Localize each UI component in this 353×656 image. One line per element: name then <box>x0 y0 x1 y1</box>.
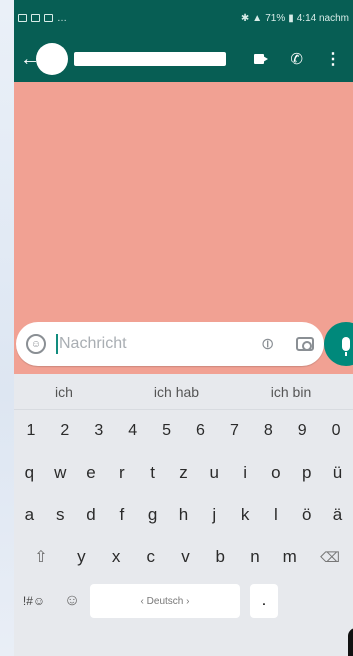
bluetooth-icon: ✱ <box>240 12 250 24</box>
yxcv-row: ⇧ y x c v b n m ⌫ <box>14 536 353 578</box>
asdf-row: a s d f g h j k l ö ä <box>14 494 353 536</box>
arrow-left-icon[interactable]: ← <box>20 49 40 69</box>
key-6[interactable]: 6 <box>184 422 218 440</box>
key-q[interactable]: q <box>14 463 45 483</box>
period-key[interactable]: . <box>250 584 278 618</box>
key-r[interactable]: r <box>106 463 137 483</box>
key-y[interactable]: y <box>64 547 99 567</box>
key-h[interactable]: h <box>168 505 199 525</box>
key-n[interactable]: n <box>238 547 273 567</box>
symbols-key[interactable]: !#☺ <box>14 594 54 608</box>
message-placeholder: Nachricht <box>59 335 127 352</box>
space-bar[interactable]: ‹ Deutsch › <box>90 584 240 618</box>
key-j[interactable]: j <box>199 505 230 525</box>
key-x[interactable]: x <box>99 547 134 567</box>
mic-icon <box>342 337 350 356</box>
phone-screen: … ✱ ▲ 71% ▮ 4:14 nachm ← ✆ ⋮ ☺ Nachricht… <box>14 0 353 656</box>
message-input[interactable]: ☺ Nachricht ⊘ <box>16 322 324 366</box>
number-row: 1 2 3 4 5 6 7 8 9 0 <box>14 410 353 452</box>
status-bar: … ✱ ▲ 71% ▮ 4:14 nachm <box>14 0 353 36</box>
key-k[interactable]: k <box>230 505 261 525</box>
key-e[interactable]: e <box>76 463 107 483</box>
keyboard: ich ich hab ich bin 1 2 3 4 5 6 7 8 9 0 … <box>14 374 353 656</box>
key-d[interactable]: d <box>76 505 107 525</box>
gallery-icon <box>18 14 27 22</box>
chat-header: ← ✆ ⋮ <box>14 36 353 82</box>
suggestion-3[interactable]: ich bin <box>239 384 343 400</box>
emoji-icon[interactable]: ☺ <box>26 334 46 354</box>
clock: 4:14 nachm <box>296 12 349 24</box>
key-l[interactable]: l <box>261 505 292 525</box>
key-b[interactable]: b <box>203 547 238 567</box>
key-z[interactable]: z <box>168 463 199 483</box>
key-8[interactable]: 8 <box>251 422 285 440</box>
key-0[interactable]: 0 <box>319 422 353 440</box>
shift-icon[interactable]: ⇧ <box>18 547 64 567</box>
key-i[interactable]: i <box>230 463 261 483</box>
key-v[interactable]: v <box>168 547 203 567</box>
battery-icon: ▮ <box>288 12 294 24</box>
key-oe[interactable]: ö <box>291 505 322 525</box>
app-icon <box>44 14 53 22</box>
key-u[interactable]: u <box>199 463 230 483</box>
suggestion-2[interactable]: ich hab <box>114 384 239 400</box>
chat-messages-area[interactable] <box>14 82 353 324</box>
paperclip-icon[interactable]: ⊘ <box>255 332 279 356</box>
more-vert-icon[interactable]: ⋮ <box>325 49 341 69</box>
text-cursor <box>56 334 58 354</box>
key-s[interactable]: s <box>45 505 76 525</box>
contact-avatar[interactable] <box>36 43 68 75</box>
key-5[interactable]: 5 <box>150 422 184 440</box>
notification-icon <box>31 14 40 22</box>
key-4[interactable]: 4 <box>116 422 150 440</box>
suggestion-1[interactable]: ich <box>14 384 114 400</box>
key-c[interactable]: c <box>133 547 168 567</box>
key-p[interactable]: p <box>291 463 322 483</box>
emoji-key-icon[interactable]: ☺ <box>54 592 90 610</box>
phone-icon[interactable]: ✆ <box>290 50 303 68</box>
video-call-icon[interactable] <box>254 54 269 64</box>
signal-icon: ▲ <box>252 12 263 24</box>
key-m[interactable]: m <box>272 547 307 567</box>
key-t[interactable]: t <box>137 463 168 483</box>
backspace-icon[interactable]: ⌫ <box>307 549 353 566</box>
key-3[interactable]: 3 <box>82 422 116 440</box>
key-w[interactable]: w <box>45 463 76 483</box>
key-o[interactable]: o <box>261 463 292 483</box>
contact-name-redacted[interactable] <box>74 52 226 66</box>
bottom-row: !#☺ ☺ ‹ Deutsch › . <box>14 578 353 624</box>
qwertz-row: q w e r t z u i o p ü <box>14 452 353 494</box>
battery-percent: 71% <box>265 12 286 24</box>
more-notifications-icon: … <box>57 12 67 24</box>
key-9[interactable]: 9 <box>285 422 319 440</box>
key-ae[interactable]: ä <box>322 505 353 525</box>
key-f[interactable]: f <box>106 505 137 525</box>
pointing-hand-icon <box>348 628 353 656</box>
suggestion-bar: ich ich hab ich bin <box>14 374 353 410</box>
camera-icon[interactable] <box>296 337 314 351</box>
key-ue[interactable]: ü <box>322 463 353 483</box>
key-1[interactable]: 1 <box>14 422 48 440</box>
key-7[interactable]: 7 <box>217 422 251 440</box>
key-2[interactable]: 2 <box>48 422 82 440</box>
key-g[interactable]: g <box>137 505 168 525</box>
key-a[interactable]: a <box>14 505 45 525</box>
